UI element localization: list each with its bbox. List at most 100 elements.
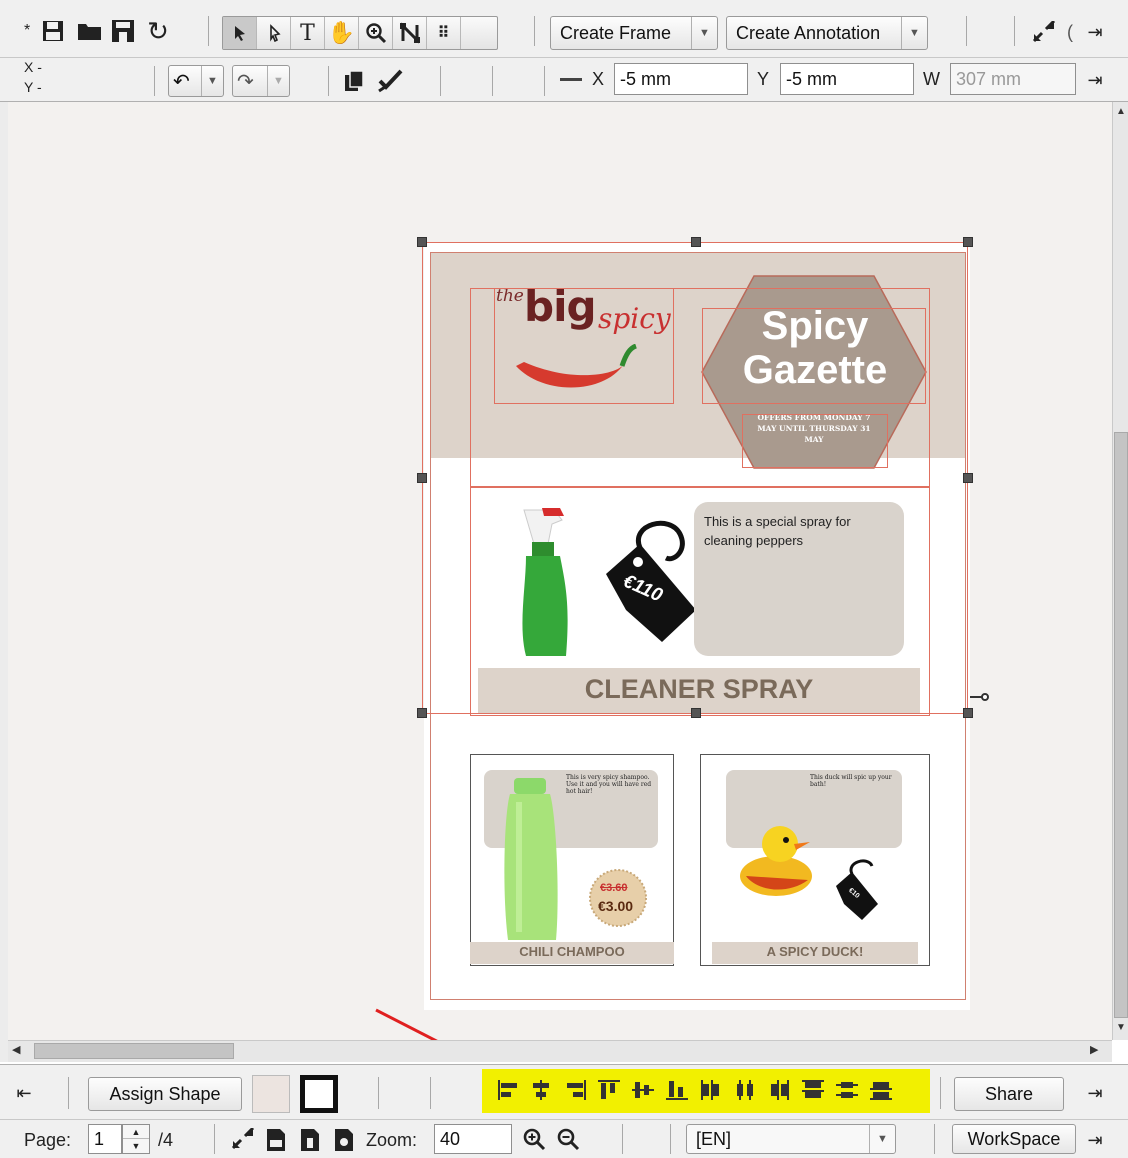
share-label: Share	[984, 1083, 1034, 1104]
align-left-icon[interactable]	[496, 1077, 522, 1103]
resize-handle-nw[interactable]	[417, 237, 427, 247]
distribute-right-icon[interactable]	[766, 1077, 792, 1103]
vertical-scroll-thumb[interactable]	[1114, 432, 1128, 1018]
assign-shape-button[interactable]: Assign Shape	[88, 1077, 242, 1111]
distribute-left-icon[interactable]	[698, 1077, 724, 1103]
page-number-field[interactable]	[88, 1124, 122, 1154]
align-right-icon[interactable]	[562, 1077, 588, 1103]
language-select[interactable]: [EN] ▼	[686, 1124, 896, 1154]
language-value: [EN]	[696, 1128, 732, 1149]
expand-right-icon[interactable]: ⇥	[1084, 1081, 1106, 1105]
zoom-tool-icon[interactable]	[359, 17, 393, 49]
horizontal-scroll-thumb[interactable]	[34, 1043, 234, 1059]
distribute-center-icon[interactable]	[732, 1077, 758, 1103]
width-field[interactable]	[950, 63, 1076, 95]
tool-palette: T ✋ ⠿	[222, 16, 498, 50]
chevron-down-icon[interactable]: ▼	[201, 66, 223, 96]
create-frame-button[interactable]: Create Frame ▼	[550, 16, 718, 50]
preview-icon[interactable]	[264, 1128, 288, 1152]
align-top-icon[interactable]	[596, 1077, 622, 1103]
x-position-field[interactable]	[614, 63, 748, 95]
hand-tool-icon[interactable]: ✋	[325, 17, 359, 49]
chevron-down-icon[interactable]: ▼	[901, 17, 927, 49]
path-edit-tool-icon[interactable]	[393, 17, 427, 49]
workspace-label: WorkSpace	[967, 1128, 1061, 1149]
zoom-field[interactable]	[434, 1124, 512, 1154]
collapse-left-icon[interactable]: ⇤	[12, 1081, 36, 1105]
grid-tool-icon[interactable]: ⠿	[427, 17, 461, 49]
page-down-icon[interactable]: ▼	[123, 1139, 149, 1153]
undo-icon: ↶	[173, 70, 190, 93]
resize-handle-sw[interactable]	[417, 708, 427, 718]
page-settings-icon[interactable]	[332, 1128, 356, 1152]
redo-button[interactable]: ↷ ▼	[232, 65, 290, 97]
collapse-icon[interactable]: (	[1062, 20, 1078, 44]
distribute-top-icon[interactable]	[800, 1077, 826, 1103]
zoom-in-icon[interactable]	[520, 1126, 548, 1152]
expand-right-icon[interactable]: ⇥	[1084, 1128, 1106, 1152]
y-label: Y	[757, 69, 770, 89]
page-up-icon[interactable]: ▲	[123, 1125, 149, 1139]
zoom-out-icon[interactable]	[554, 1126, 582, 1152]
align-middle-vertical-icon[interactable]	[630, 1077, 656, 1103]
w-label: W	[923, 69, 940, 89]
reload-icon[interactable]: ↻	[144, 17, 172, 45]
canvas-area[interactable]: the big spicy Spicy Gazette OFFERS FROM …	[8, 102, 1112, 1040]
page-stepper[interactable]: ▲ ▼	[122, 1124, 150, 1154]
save-icon[interactable]	[40, 18, 66, 44]
align-center-horizontal-icon[interactable]	[528, 1077, 554, 1103]
horizontal-scrollbar[interactable]: ◀ ▶	[8, 1040, 1112, 1062]
fullscreen-icon[interactable]	[1030, 20, 1058, 44]
rotate-handle[interactable]	[981, 693, 989, 701]
save-as-icon[interactable]	[110, 18, 136, 44]
page-label: Page:	[24, 1130, 72, 1150]
format-painter-icon[interactable]	[376, 68, 404, 94]
share-button[interactable]: Share	[954, 1077, 1064, 1111]
open-folder-icon[interactable]	[76, 18, 104, 44]
resize-handle-s[interactable]	[691, 708, 701, 718]
y-readout: Y -	[24, 79, 42, 95]
main-toolbar: * ↻ T ✋ ⠿ Create Frame ▼ Create Annotati…	[0, 0, 1128, 58]
status-bar: Page: ▲ ▼ /4 Zoom: [EN] ▼ WorkSpace ⇥	[0, 1120, 1128, 1158]
node-select-tool-icon[interactable]	[257, 17, 291, 49]
alignment-toolbar	[482, 1069, 930, 1113]
fit-page-icon[interactable]	[230, 1128, 256, 1150]
resize-handle-ne[interactable]	[963, 237, 973, 247]
chevron-down-icon[interactable]: ▼	[869, 1125, 895, 1153]
x-label: X	[592, 69, 605, 89]
select-tool-icon[interactable]	[223, 17, 257, 49]
workspace-button[interactable]: WorkSpace	[952, 1124, 1076, 1154]
undo-button[interactable]: ↶ ▼	[168, 65, 224, 97]
text-tool-icon[interactable]: T	[291, 17, 325, 49]
scroll-up-icon[interactable]: ▲	[1115, 106, 1127, 120]
distribute-bottom-icon[interactable]	[868, 1077, 894, 1103]
expand-right-icon[interactable]: ⇥	[1084, 68, 1106, 92]
resize-handle-se[interactable]	[963, 708, 973, 718]
x-readout: X -	[24, 59, 42, 75]
scroll-down-icon[interactable]: ▼	[1115, 1022, 1127, 1036]
modified-marker: *	[24, 22, 31, 39]
create-annotation-label: Create Annotation	[736, 22, 881, 43]
chevron-down-icon[interactable]: ▼	[267, 66, 289, 96]
assign-shape-label: Assign Shape	[109, 1083, 221, 1104]
distribute-middle-icon[interactable]	[834, 1077, 860, 1103]
create-annotation-button[interactable]: Create Annotation ▼	[726, 16, 928, 50]
document-icon[interactable]	[298, 1128, 322, 1152]
fill-color-swatch[interactable]	[252, 1075, 290, 1113]
resize-handle-n[interactable]	[691, 237, 701, 247]
line-style-icon[interactable]	[560, 78, 582, 81]
scroll-left-icon[interactable]: ◀	[12, 1043, 28, 1059]
vertical-scrollbar[interactable]: ▲ ▼	[1112, 102, 1128, 1040]
align-bottom-icon[interactable]	[664, 1077, 690, 1103]
chevron-down-icon[interactable]: ▼	[691, 17, 717, 49]
selection-box[interactable]	[422, 242, 968, 714]
properties-toolbar: X - Y - ↶ ▼ ↷ ▼ X Y W ⇥	[0, 58, 1128, 102]
resize-handle-e[interactable]	[963, 473, 973, 483]
resize-handle-w[interactable]	[417, 473, 427, 483]
red-arrow-annotation	[375, 1008, 438, 1040]
copy-icon[interactable]	[342, 68, 366, 94]
stroke-color-swatch[interactable]	[300, 1075, 338, 1113]
scroll-right-icon[interactable]: ▶	[1090, 1043, 1106, 1059]
expand-right-icon[interactable]: ⇥	[1084, 20, 1106, 44]
y-position-field[interactable]	[780, 63, 914, 95]
